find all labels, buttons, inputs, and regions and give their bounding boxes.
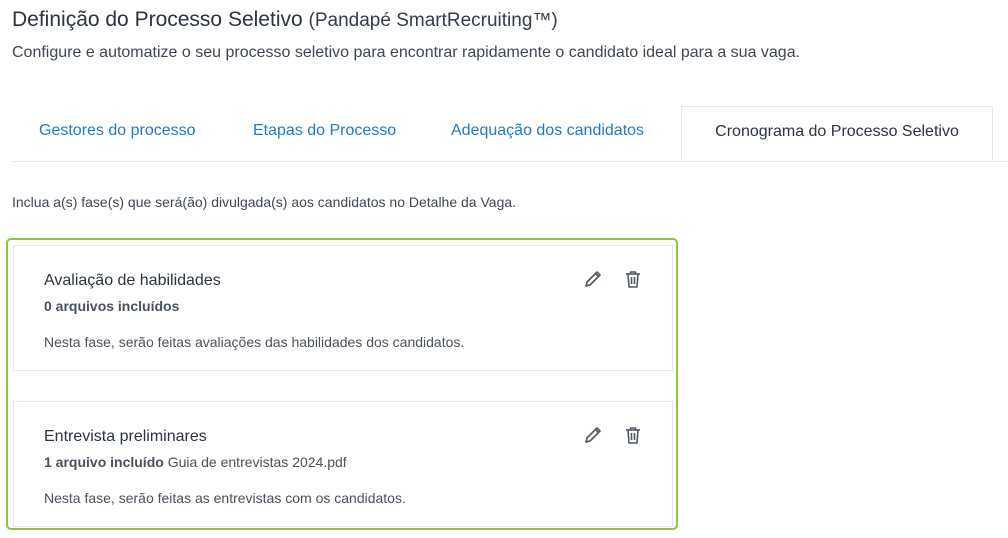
instruction-text: Inclua a(s) fase(s) que será(ão) divulga… — [12, 194, 517, 210]
phase-file-link[interactable]: Guia de entrevistas 2024.pdf — [168, 454, 347, 470]
phase-files: 1 arquivo incluído Guia de entrevistas 2… — [44, 454, 347, 470]
pencil-icon[interactable] — [582, 268, 604, 290]
phase-name: Entrevista preliminares — [44, 428, 207, 445]
tab-candidate-fit[interactable]: Adequação dos candidatos — [451, 106, 644, 160]
page-title: Definição do Processo Seletivo (Pandapé … — [12, 8, 558, 32]
phase-files-count: 0 arquivos incluídos — [44, 298, 180, 314]
page-subtitle: Configure e automatize o seu processo se… — [12, 44, 801, 61]
phase-description: Nesta fase, serão feitas as entrevistas … — [44, 490, 406, 506]
pencil-icon[interactable] — [582, 424, 604, 446]
phase-files: 0 arquivos incluídos — [44, 298, 179, 314]
phase-files-count: 1 arquivo incluído — [44, 454, 164, 470]
phase-description: Nesta fase, serão feitas avaliações das … — [44, 334, 465, 350]
trash-icon[interactable] — [622, 424, 644, 446]
tab-process-schedule[interactable]: Cronograma do Processo Seletivo — [681, 106, 993, 161]
phase-card: Entrevista preliminares 1 arquivo incluí… — [13, 401, 673, 527]
tab-bar: Gestores do processo Etapas do Processo … — [12, 106, 1008, 162]
phase-name: Avaliação de habilidades — [44, 272, 221, 289]
phases-list: Avaliação de habilidades 0 arquivos incl… — [6, 238, 678, 530]
tab-process-stages[interactable]: Etapas do Processo — [253, 106, 396, 160]
page-title-suffix: (Pandapé SmartRecruiting™) — [308, 10, 558, 31]
trash-icon[interactable] — [622, 268, 644, 290]
phase-card: Avaliação de habilidades 0 arquivos incl… — [13, 245, 673, 371]
page-title-main: Definição do Processo Seletivo — [12, 8, 303, 31]
tab-process-managers[interactable]: Gestores do processo — [39, 106, 196, 160]
